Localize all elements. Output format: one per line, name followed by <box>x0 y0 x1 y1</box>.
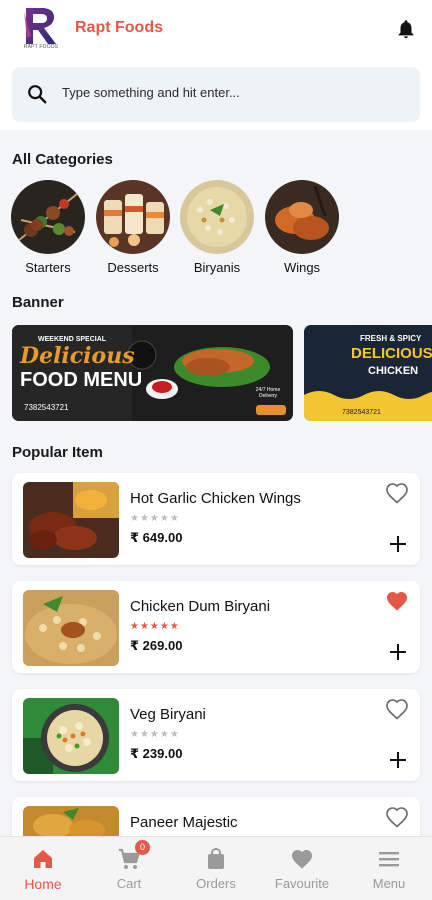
banner-delicious-chicken[interactable]: FRESH & SPICY DELICIOUS CHICKEN 73825437… <box>304 325 432 421</box>
search-bar[interactable] <box>12 67 420 122</box>
main-content[interactable]: All Categories Starters Desserts Biryani… <box>0 130 432 836</box>
rating-stars: ★★★★★ <box>130 729 180 740</box>
bag-icon <box>208 847 224 869</box>
item-name: Chicken Dum Biryani <box>130 598 271 615</box>
heart-icon <box>292 850 312 869</box>
nav-cart[interactable]: 0 Cart <box>86 837 172 900</box>
item-price: ₹ 239.00 <box>130 746 183 761</box>
nav-menu[interactable]: Menu <box>346 837 432 900</box>
banner-delivery: 24/7 Home Delivery <box>255 387 281 399</box>
nav-home[interactable]: Home <box>0 837 86 900</box>
banner2-phone: 7382543721 <box>342 409 381 416</box>
nav-orders[interactable]: Orders <box>173 837 259 900</box>
nav-label: Cart <box>116 876 142 891</box>
popular-item[interactable]: Veg Biryani ★★★★★ ₹ 239.00 <box>12 689 420 781</box>
banner2-headline-2: CHICKEN <box>368 365 419 377</box>
menu-icon <box>379 852 399 867</box>
category-starters[interactable]: Starters <box>11 180 85 275</box>
biryanis-image <box>180 180 254 254</box>
veg-biryani-image <box>23 698 119 774</box>
item-price: ₹ 269.00 <box>130 638 183 653</box>
category-label: Starters <box>25 260 71 275</box>
banner-phone: 7382543721 <box>24 403 69 412</box>
item-name: Paneer Majestic <box>130 814 238 831</box>
add-to-cart-icon[interactable] <box>389 751 407 769</box>
app-header: RAPT FOODS Rapt Foods <box>0 0 432 60</box>
category-wings[interactable]: Wings <box>265 180 339 275</box>
paneer-majestic-image <box>23 806 119 836</box>
category-desserts[interactable]: Desserts <box>96 180 170 275</box>
heart-outline-icon[interactable] <box>385 698 409 720</box>
category-label: Wings <box>283 260 321 275</box>
category-label: Biryanis <box>193 260 241 275</box>
nav-label: Orders <box>196 876 236 891</box>
add-to-cart-icon[interactable] <box>389 643 407 661</box>
item-price: ₹ 649.00 <box>130 530 183 545</box>
category-biryanis[interactable]: Biryanis <box>180 180 254 275</box>
popular-item[interactable]: Hot Garlic Chicken Wings ★★★★★ ₹ 649.00 <box>12 473 420 565</box>
logo-subtitle: RAPT FOODS <box>23 44 59 50</box>
banner2-headline-1: DELICIOUS <box>351 345 432 362</box>
starters-image <box>11 180 85 254</box>
banner2-top-text: FRESH & SPICY <box>360 334 422 343</box>
nav-label: Menu <box>372 876 406 891</box>
item-name: Veg Biryani <box>130 706 206 723</box>
banner-food-menu[interactable]: WEEKEND SPECIAL Delicious FOOD MENU 7382… <box>12 325 293 421</box>
chicken-dum-biryani-image <box>23 590 119 666</box>
heart-outline-icon[interactable] <box>385 482 409 504</box>
popular-item[interactable]: Chicken Dum Biryani ★★★★★ ₹ 269.00 <box>12 581 420 673</box>
heart-filled-icon[interactable] <box>385 590 409 612</box>
categories-title: All Categories <box>12 151 113 168</box>
popular-item[interactable]: Paneer Majestic <box>12 797 420 836</box>
banner-headline-1: Delicious <box>20 343 135 369</box>
rating-stars: ★★★★★ <box>130 513 180 524</box>
banner-headline-2: FOOD MENU <box>20 369 143 391</box>
banner-title: Banner <box>12 294 64 311</box>
bottom-navigation: Home 0 Cart Orders Favourite Menu <box>0 836 432 900</box>
banner-top-text: WEEKEND SPECIAL <box>38 336 107 343</box>
add-to-cart-icon[interactable] <box>389 535 407 553</box>
cart-badge: 0 <box>135 840 150 855</box>
item-name: Hot Garlic Chicken Wings <box>130 490 301 507</box>
search-input[interactable] <box>62 85 392 100</box>
nav-label: Home <box>24 876 62 892</box>
nav-label: Favourite <box>274 876 330 891</box>
search-icon <box>28 85 47 104</box>
bell-icon[interactable] <box>395 17 417 41</box>
hot-garlic-wings-image <box>23 482 119 558</box>
wings-image <box>265 180 339 254</box>
popular-title: Popular Item <box>12 444 103 461</box>
search-section <box>0 60 432 130</box>
desserts-image <box>96 180 170 254</box>
nav-favourite[interactable]: Favourite <box>259 837 345 900</box>
app-title: Rapt Foods <box>75 19 163 36</box>
home-icon <box>34 850 52 868</box>
rating-stars: ★★★★★ <box>130 621 180 632</box>
heart-outline-icon[interactable] <box>385 806 409 828</box>
category-label: Desserts <box>107 260 159 275</box>
